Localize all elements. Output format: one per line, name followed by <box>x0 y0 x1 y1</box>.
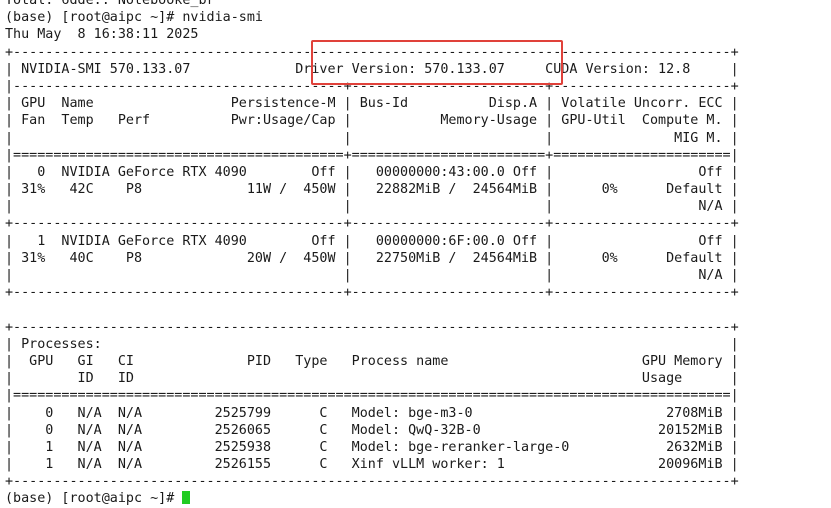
gpu-header-row-2: | Fan Temp Perf Pwr:Usage/Cap | Memory-U… <box>5 113 739 129</box>
gpu-1-border: +---------------------------------------… <box>5 285 739 301</box>
process-row: | 0 N/A N/A 2525799 C Model: bge-m3-0 27… <box>5 405 739 421</box>
gpu-0-row-3: | | | N/A | <box>5 199 739 215</box>
processes-header-1: | GPU GI CI PID Type Process name GPU Me… <box>5 353 739 369</box>
driver-version-highlight-box <box>311 40 563 85</box>
gpu-header-separator: |=======================================… <box>5 147 739 163</box>
terminal-line-0: Total: 6dde:: Notebooke_br <box>5 0 215 8</box>
process-row: | 1 N/A N/A 2525938 C Model: bge-reranke… <box>5 439 739 455</box>
process-row: | 0 N/A N/A 2526065 C Model: QwQ-32B-0 2… <box>5 422 739 438</box>
gpu-1-row-2: | 31% 40C P8 20W / 450W | 22750MiB / 245… <box>5 250 739 266</box>
process-row: | 1 N/A N/A 2526155 C Xinf vLLM worker: … <box>5 457 739 473</box>
processes-border-bottom: +---------------------------------------… <box>5 474 739 490</box>
processes-border-top: +---------------------------------------… <box>5 319 739 335</box>
cursor-icon <box>182 491 191 505</box>
gpu-1-row-1: | 1 NVIDIA GeForce RTX 4090 Off | 000000… <box>5 233 739 249</box>
prompt-text: (base) [root@aipc ~]# <box>5 491 183 507</box>
gpu-0-border: +---------------------------------------… <box>5 216 739 232</box>
terminal-line-command: (base) [root@aipc ~]# nvidia-smi <box>5 10 263 26</box>
processes-title: | Processes: | <box>5 336 739 352</box>
gpu-1-row-3: | | | N/A | <box>5 268 739 283</box>
gpu-0-row-2: | 31% 42C P8 11W / 450W | 22882MiB / 245… <box>5 182 739 198</box>
gpu-header-row-3: | | | MIG M. | <box>5 130 739 146</box>
gpu-header-row-1: | GPU Name Persistence-M | Bus-Id Disp.A… <box>5 96 739 112</box>
processes-header-2: | ID ID Usage | <box>5 371 739 387</box>
prompt-line[interactable]: (base) [root@aipc ~]# <box>5 490 831 507</box>
processes-separator: |=======================================… <box>5 388 739 404</box>
gpu-0-row-1: | 0 NVIDIA GeForce RTX 4090 Off | 000000… <box>5 164 739 180</box>
